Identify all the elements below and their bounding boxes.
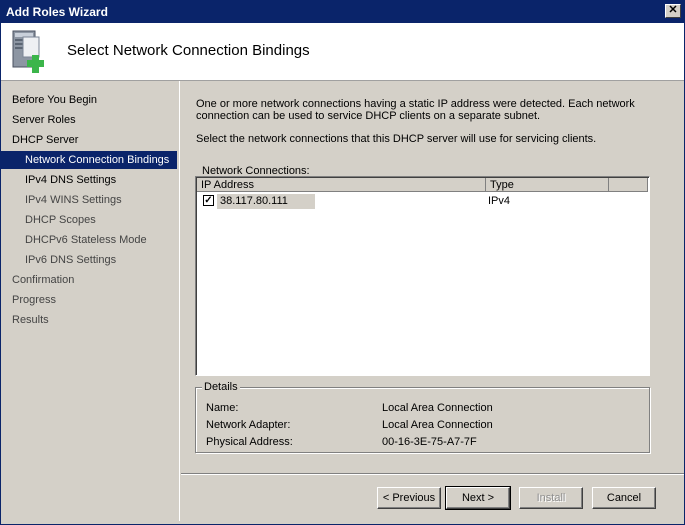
details-legend: Details xyxy=(202,381,240,393)
nav-step-ipv4-wins-settings: IPv4 WINS Settings xyxy=(25,194,122,206)
nav-step-ipv4-dns-settings[interactable]: IPv4 DNS Settings xyxy=(1,171,177,189)
detail-address-value: 00-16-3E-75-A7-7F xyxy=(382,436,477,448)
detail-address-label: Physical Address: xyxy=(206,436,293,448)
detail-name-value: Local Area Connection xyxy=(382,402,493,414)
network-connections-list[interactable]: IP Address Type ✓ 38.117.80.111 IPv4 xyxy=(195,176,650,376)
detail-adapter-value: Local Area Connection xyxy=(382,419,493,431)
window-title: Add Roles Wizard xyxy=(6,5,108,19)
nav-step-dhcp-server[interactable]: DHCP Server xyxy=(1,131,177,149)
nav-step-server-roles[interactable]: Server Roles xyxy=(1,111,177,129)
column-header-type[interactable]: Type xyxy=(486,178,609,192)
type-cell: IPv4 xyxy=(488,195,511,207)
install-button: Install xyxy=(519,487,583,509)
close-icon: ✕ xyxy=(668,4,678,16)
previous-button[interactable]: < Previous xyxy=(377,487,441,509)
details-group: Details Name: Local Area Connection Netw… xyxy=(195,381,650,453)
nav-step-network-connection-bindings[interactable]: Network Connection Bindings xyxy=(1,151,177,169)
nav-step-dhcp-scopes: DHCP Scopes xyxy=(25,214,96,226)
detail-name-label: Name: xyxy=(206,402,239,414)
nav-step-before-you-begin[interactable]: Before You Begin xyxy=(1,91,177,109)
next-button[interactable]: Next > xyxy=(445,486,511,510)
nav-step-progress: Progress xyxy=(12,294,57,306)
wizard-header: Select Network Connection Bindings xyxy=(1,23,684,81)
nav-step-results: Results xyxy=(12,314,49,326)
list-item[interactable]: ✓ 38.117.80.111 IPv4 xyxy=(197,194,648,210)
close-button[interactable]: ✕ xyxy=(665,4,681,18)
instruction-text: Select the network connections that this… xyxy=(196,133,597,145)
column-header-ip-address[interactable]: IP Address xyxy=(197,178,486,192)
checkmark-icon: ✓ xyxy=(204,195,213,206)
column-header-blank xyxy=(609,178,648,192)
wizard-content: One or more network connections having a… xyxy=(181,81,684,521)
wizard-window: Add Roles Wizard ✕ Select Network Connec… xyxy=(0,0,685,525)
page-title: Select Network Connection Bindings xyxy=(67,42,310,59)
nav-step-ipv6-dns-settings: IPv6 DNS Settings xyxy=(25,254,117,266)
description-text: One or more network connections having a… xyxy=(196,98,635,122)
button-separator xyxy=(181,473,684,475)
detail-adapter-label: Network Adapter: xyxy=(206,419,291,431)
nav-step-dhcpv6-stateless-mode: DHCPv6 Stateless Mode xyxy=(25,234,147,246)
server-add-icon xyxy=(12,30,44,73)
connection-checkbox[interactable]: ✓ xyxy=(203,195,214,206)
list-header: IP Address Type xyxy=(197,178,648,192)
wizard-steps-nav: Before You Begin Server Roles DHCP Serve… xyxy=(1,81,180,521)
cancel-button[interactable]: Cancel xyxy=(592,487,656,509)
ip-address-cell: 38.117.80.111 xyxy=(217,194,315,209)
title-bar[interactable]: Add Roles Wizard ✕ xyxy=(1,1,684,23)
nav-step-confirmation: Confirmation xyxy=(12,274,75,286)
